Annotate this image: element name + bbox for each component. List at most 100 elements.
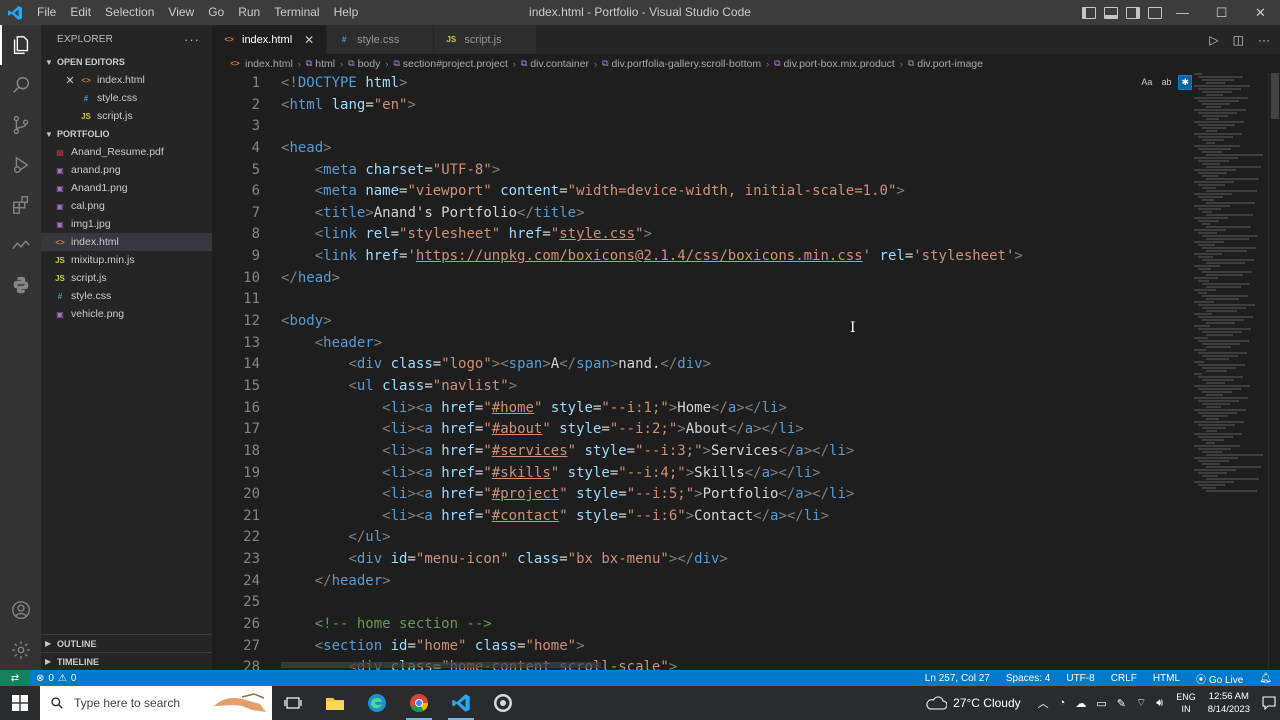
breadcrumb-item[interactable]: ⧉ html	[306, 58, 335, 70]
code-line[interactable]: <li><a href="#home" style="--i:1;">Home<…	[281, 398, 1191, 420]
code-line[interactable]: <li><a href="#services" style="--i:3;">S…	[281, 441, 1191, 463]
menu-item-terminal[interactable]: Terminal	[267, 0, 326, 25]
battery-icon[interactable]: ▭	[1096, 697, 1106, 710]
code-line[interactable]: <html lang="en">	[281, 95, 1191, 117]
code-line[interactable]	[281, 116, 1191, 138]
open-editor-item[interactable]: # style.css	[41, 89, 212, 107]
close-window-button[interactable]: ✕	[1241, 0, 1280, 25]
run-debug-icon[interactable]	[0, 145, 41, 185]
more-actions-icon[interactable]: ···	[1258, 33, 1270, 47]
menu-item-selection[interactable]: Selection	[98, 0, 161, 25]
code-line[interactable]: </header>	[281, 571, 1191, 593]
code-line[interactable]: <body>	[281, 311, 1191, 333]
find-toggle[interactable]: Aa	[1139, 76, 1154, 88]
toggle-primary-sidebar-icon[interactable]	[1082, 6, 1096, 19]
explorer-icon[interactable]	[0, 25, 41, 65]
outline-section[interactable]: ▶ OUTLINE	[41, 634, 212, 652]
wifi-icon[interactable]: ⌔	[1136, 696, 1146, 710]
menu-item-file[interactable]: File	[30, 0, 63, 25]
code-line[interactable]: <header>	[281, 333, 1191, 355]
indentation[interactable]: Spaces: 4	[1006, 673, 1050, 684]
manage-gear-icon[interactable]	[0, 630, 41, 670]
file-explorer-icon[interactable]	[314, 686, 356, 720]
file-item[interactable]: JS mixitup.min.js	[41, 251, 212, 269]
code-line[interactable]: <meta name="viewport" content="width=dev…	[281, 181, 1191, 203]
code-line[interactable]: <title>Anand's Portfolio</title>	[281, 203, 1191, 225]
open-editors-section[interactable]: ▼ OPEN EDITORS	[41, 53, 212, 71]
code-line[interactable]: <li><a href="#skills" style="--i:4;">Ski…	[281, 463, 1191, 485]
code-line[interactable]: <link rel="stylesheet" href="style.css">	[281, 224, 1191, 246]
code-line[interactable]: <section id="home" class="home">	[281, 636, 1191, 658]
search-icon[interactable]	[0, 65, 41, 105]
breadcrumb-item[interactable]: ⧉ div.portfolia-gallery.scroll-bottom	[602, 58, 761, 70]
go-live-button[interactable]: ⦿ Go Live	[1196, 671, 1243, 686]
tab-script-js[interactable]: JS script.js	[434, 25, 537, 54]
file-item[interactable]: ▣ vehicle.png	[41, 305, 212, 323]
weather-widget[interactable]: 27°C Cloudy	[925, 696, 1021, 710]
file-item[interactable]: # style.css	[41, 287, 212, 305]
minimize-button[interactable]: —	[1163, 0, 1202, 25]
code-lines[interactable]: <!DOCTYPE html> <html lang="en"> <head> <…	[281, 73, 1191, 670]
split-editor-icon[interactable]: ◫	[1233, 33, 1244, 47]
close-icon[interactable]: ✕	[63, 74, 77, 87]
chrome-browser-icon[interactable]	[398, 686, 440, 720]
toggle-panel-icon[interactable]	[1104, 6, 1118, 19]
task-view-icon[interactable]	[272, 686, 314, 720]
language-mode[interactable]: HTML	[1153, 673, 1180, 684]
extensions-icon[interactable]	[0, 185, 41, 225]
scroll-thumb[interactable]	[1271, 73, 1279, 119]
volume-icon[interactable]: 🔊︎	[1156, 697, 1163, 710]
breadcrumb-item[interactable]: ⧉ div.container	[521, 58, 589, 70]
close-tab-icon[interactable]: ✕	[302, 33, 316, 47]
python-icon[interactable]	[0, 265, 41, 305]
live-share-icon[interactable]	[0, 225, 41, 265]
taskbar-search-box[interactable]: Type here to search	[40, 686, 272, 720]
input-language-indicator[interactable]: ENG IN	[1176, 691, 1196, 715]
onedrive-cloud-icon[interactable]: ☁︎	[1075, 697, 1086, 710]
breadcrumb-item[interactable]: <> index.html	[228, 58, 293, 70]
toggle-secondary-sidebar-icon[interactable]	[1126, 6, 1140, 19]
account-icon[interactable]	[0, 590, 41, 630]
vertical-scrollbar[interactable]	[1268, 73, 1280, 670]
github-desktop-icon[interactable]	[482, 686, 524, 720]
code-line[interactable]: <!-- home section -->	[281, 614, 1191, 636]
code-line[interactable]: <link href = 'https://unpkg.com/boxicons@2…	[281, 246, 1191, 268]
more-actions-icon[interactable]: ···	[184, 32, 200, 47]
show-hidden-icons-icon[interactable]: ︿	[1038, 695, 1049, 711]
tab-index-html[interactable]: <> index.html ✕	[212, 25, 328, 54]
minimap[interactable]	[1194, 73, 1266, 670]
find-toggle[interactable]: ✱	[1178, 74, 1192, 90]
code-line[interactable]: <div id="menu-icon" class="bx bx-menu"><…	[281, 549, 1191, 571]
vscode-taskbar-icon[interactable]	[440, 686, 482, 720]
windows-start-icon[interactable]	[0, 686, 40, 720]
file-item[interactable]: ▣ anand.png	[41, 161, 212, 179]
line-ending[interactable]: CRLF	[1111, 673, 1137, 684]
breadcrumb-item[interactable]: ⧉ section#project.project	[393, 58, 508, 70]
remote-indicator-icon[interactable]: ⇄	[0, 670, 30, 686]
network-icon[interactable]: ◔	[1059, 697, 1066, 709]
cursor-position[interactable]: Ln 257, Col 27	[925, 673, 990, 684]
horizontal-scrollbar[interactable]	[281, 662, 601, 668]
file-item[interactable]: ▤ Anand_Resume.pdf	[41, 143, 212, 161]
notification-center-icon[interactable]	[1258, 696, 1280, 710]
open-editor-item[interactable]: JS script.js	[41, 107, 212, 125]
menu-item-run[interactable]: Run	[231, 0, 267, 25]
code-line[interactable]: <!DOCTYPE html>	[281, 73, 1191, 95]
find-toggle[interactable]: ab	[1159, 76, 1173, 88]
tab-style-css[interactable]: # style.css	[327, 25, 435, 54]
menu-item-edit[interactable]: Edit	[63, 0, 98, 25]
code-line[interactable]: </ul>	[281, 527, 1191, 549]
code-line[interactable]: <li><a href="#about" style="--i:2;">Abou…	[281, 419, 1191, 441]
source-control-icon[interactable]	[0, 105, 41, 145]
run-icon[interactable]: ▷	[1209, 33, 1218, 47]
menu-item-go[interactable]: Go	[201, 0, 231, 25]
maximize-button[interactable]: ☐	[1202, 0, 1241, 25]
menu-item-view[interactable]: View	[161, 0, 201, 25]
menu-item-help[interactable]: Help	[327, 0, 366, 25]
code-line[interactable]: <li><a href="#contact" style="--i:6">Con…	[281, 506, 1191, 528]
file-item[interactable]: ▣ cal.png	[41, 197, 212, 215]
breadcrumb-item[interactable]: ⧉ body	[348, 58, 380, 70]
file-item[interactable]: <> index.html	[41, 233, 212, 251]
code-line[interactable]: <meta charset="UTF-8">	[281, 160, 1191, 182]
code-line[interactable]: <head>	[281, 138, 1191, 160]
